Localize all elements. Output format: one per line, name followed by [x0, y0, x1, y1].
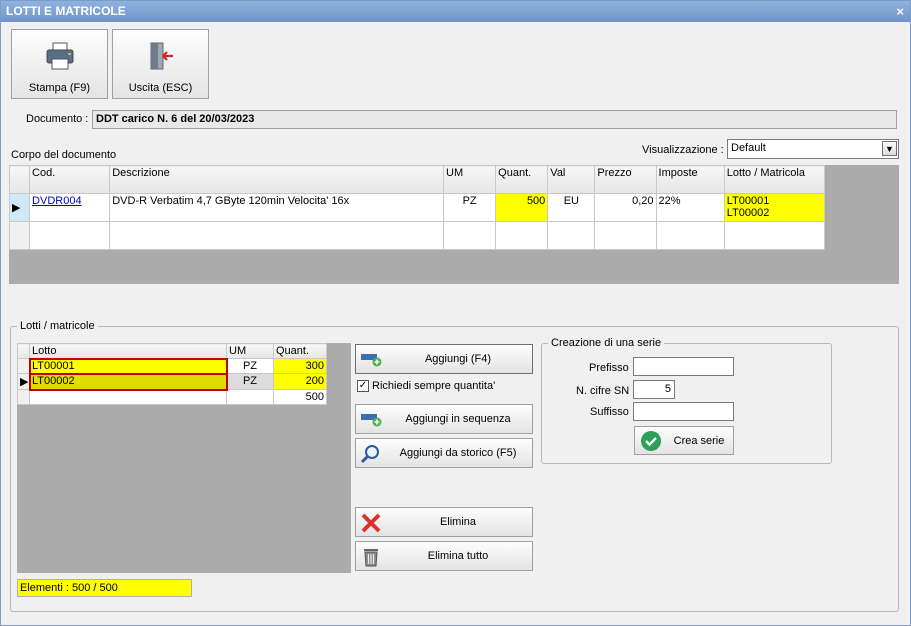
add-history-button[interactable]: Aggiungi da storico (F5) — [355, 438, 533, 468]
close-icon[interactable]: × — [896, 1, 904, 22]
add-sequence-button[interactable]: Aggiungi in sequenza — [355, 404, 533, 434]
table-row[interactable]: ▶ DVDR004 DVD-R Verbatim 4,7 GByte 120mi… — [8, 193, 826, 222]
elements-status: Elementi : 500 / 500 — [17, 579, 192, 597]
table-row[interactable]: ▶ LT00002 PZ 200 — [17, 372, 327, 391]
item-um[interactable]: PZ — [443, 193, 497, 222]
item-code-link[interactable]: DVDR004 — [32, 195, 82, 207]
col-lotto-matricola[interactable]: Lotto / Matricola — [723, 165, 826, 194]
exit-button[interactable]: Uscita (ESC) — [112, 29, 209, 99]
item-val[interactable]: EU — [547, 193, 596, 222]
delete-all-button[interactable]: Elimina tutto — [355, 541, 533, 571]
lot-code[interactable]: LT00002 — [28, 372, 228, 391]
prefix-input[interactable] — [633, 357, 734, 376]
table-row[interactable]: LT00001 PZ 300 — [17, 357, 327, 375]
empty-cell — [226, 389, 274, 405]
lot-quant[interactable]: 200 — [273, 373, 327, 390]
printer-icon — [46, 42, 74, 70]
row-selector[interactable] — [17, 358, 30, 374]
always-ask-qty-label[interactable]: Richiedi sempre quantita' — [372, 380, 495, 392]
exit-door-icon — [150, 42, 173, 70]
col-imposte[interactable]: Imposte — [655, 165, 725, 194]
delete-label: Elimina — [439, 516, 477, 528]
empty-cell[interactable] — [29, 221, 111, 250]
col-quant[interactable]: Quant. — [495, 165, 549, 194]
digits-label: N. cifre SN — [576, 385, 630, 397]
print-label: Stampa (F9) — [28, 82, 91, 94]
delete-all-label: Elimina tutto — [427, 550, 489, 562]
body-grid: Cod. Descrizione UM Quant. Val Prezzo Im… — [8, 165, 826, 250]
body-section-title: Corpo del documento — [11, 149, 117, 161]
check-circle-icon — [641, 431, 661, 451]
document-field: DDT carico N. 6 del 20/03/2023 — [92, 110, 897, 129]
empty-cell[interactable] — [594, 221, 657, 250]
row-selector-empty — [8, 221, 31, 250]
row-selector-icon[interactable]: ▶ — [8, 193, 31, 222]
lot-quant[interactable]: 300 — [273, 358, 327, 374]
table-row-empty[interactable] — [8, 221, 826, 250]
item-lot-1: LT00001 — [726, 195, 770, 207]
row-selector-icon[interactable]: ▶ — [17, 373, 30, 390]
col-prezzo[interactable]: Prezzo — [594, 165, 657, 194]
item-lotto-matricola[interactable]: LT00001 LT00002 — [723, 193, 826, 222]
add-item-icon — [361, 354, 382, 367]
create-series-label: Crea serie — [673, 434, 725, 447]
digits-input[interactable]: 5 — [633, 380, 675, 399]
delete-x-icon — [361, 513, 381, 533]
view-label: Visualizzazione : — [642, 144, 724, 156]
add-sequence-icon — [361, 414, 382, 427]
col-val[interactable]: Val — [547, 165, 596, 194]
col-cod[interactable]: Cod. — [29, 165, 111, 194]
view-select[interactable]: Default ▼ — [727, 139, 899, 159]
col-descrizione[interactable]: Descrizione — [109, 165, 445, 194]
body-grid-corner — [8, 165, 31, 194]
col-lotto[interactable]: Lotto — [29, 343, 227, 359]
item-lot-2: LT00002 — [726, 207, 770, 219]
item-prezzo[interactable]: 0,20 — [594, 193, 657, 222]
always-ask-qty-checkbox[interactable]: ✓ — [357, 380, 369, 392]
lots-group-title: Lotti / matricole — [20, 320, 95, 332]
series-group-title: Creazione di una serie — [551, 337, 662, 349]
chevron-down-icon[interactable]: ▼ — [882, 141, 897, 156]
lots-total-row: 500 — [17, 389, 327, 405]
create-series-button[interactable]: Crea serie — [634, 426, 734, 455]
exit-label: Uscita (ESC) — [128, 82, 193, 94]
add-history-label: Aggiungi da storico (F5) — [399, 447, 517, 459]
lotti-matricole-window: LOTTI E MATRICOLE × Stampa (F9) Uscita (… — [0, 0, 911, 626]
prefix-label: Prefisso — [589, 362, 629, 374]
empty-cell[interactable] — [547, 221, 596, 250]
row-selector-empty — [17, 389, 30, 405]
lots-grid-corner — [17, 343, 30, 359]
suffix-input[interactable] — [633, 402, 734, 421]
lot-um[interactable]: PZ — [226, 373, 274, 390]
empty-cell — [29, 389, 227, 405]
document-label: Documento : — [26, 113, 89, 125]
lot-um[interactable]: PZ — [226, 358, 274, 374]
col-lot-quant[interactable]: Quant. — [273, 343, 327, 359]
view-select-value: Default — [731, 142, 766, 154]
lots-grid: Lotto UM Quant. LT00001 PZ 300 ▶ LT00002… — [17, 343, 327, 405]
col-lot-um[interactable]: UM — [226, 343, 274, 359]
add-sequence-label: Aggiungi in sequenza — [405, 413, 511, 425]
lots-total: 500 — [273, 389, 327, 405]
suffix-label: Suffisso — [590, 406, 629, 418]
trash-icon — [364, 549, 378, 567]
add-button[interactable]: Aggiungi (F4) — [355, 344, 533, 374]
empty-cell[interactable] — [723, 221, 826, 250]
item-description[interactable]: DVD-R Verbatim 4,7 GByte 120min Velocita… — [109, 193, 445, 222]
col-um[interactable]: UM — [443, 165, 497, 194]
lot-code[interactable]: LT00001 — [28, 357, 228, 375]
print-button[interactable]: Stampa (F9) — [11, 29, 108, 99]
empty-cell[interactable] — [495, 221, 549, 250]
empty-cell[interactable] — [109, 221, 445, 250]
add-label: Aggiungi (F4) — [424, 353, 492, 365]
delete-button[interactable]: Elimina — [355, 507, 533, 537]
item-imposte[interactable]: 22% — [655, 193, 725, 222]
window-title: LOTTI E MATRICOLE — [6, 4, 126, 18]
empty-cell[interactable] — [443, 221, 497, 250]
title-bar: LOTTI E MATRICOLE × — [1, 1, 910, 22]
empty-cell[interactable] — [655, 221, 725, 250]
item-quant[interactable]: 500 — [495, 193, 549, 222]
magnifier-icon — [360, 445, 379, 464]
